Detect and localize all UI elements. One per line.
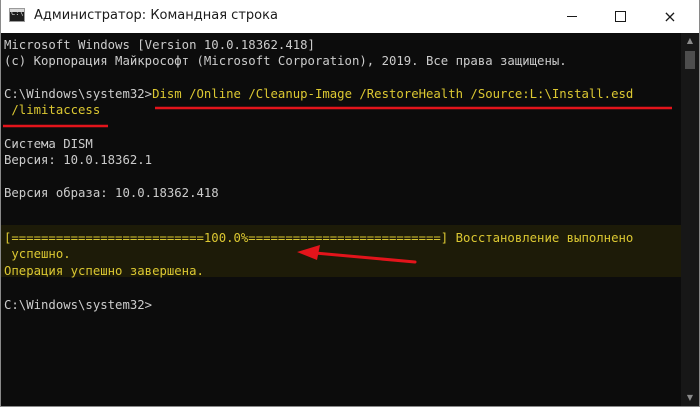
console-line-progress-cont: успешно. bbox=[4, 247, 71, 261]
minimize-button[interactable] bbox=[549, 0, 595, 33]
maximize-icon bbox=[614, 11, 626, 22]
console-line-command: C:\Windows\system32>Dism /Online /Cleanu… bbox=[4, 86, 633, 102]
console-line-copyright: (c) Корпорация Майкрософт (Microsoft Cor… bbox=[4, 54, 567, 68]
scroll-thumb[interactable] bbox=[685, 51, 695, 69]
cmd-window: C:\ Администратор: Командная строка × Mi… bbox=[0, 0, 700, 407]
console-line-image-version: Версия образа: 10.0.18362.418 bbox=[4, 186, 219, 200]
dism-command: Dism /Online /Cleanup-Image /RestoreHeal… bbox=[152, 87, 634, 101]
close-button[interactable]: × bbox=[647, 0, 693, 33]
close-icon: × bbox=[663, 6, 677, 26]
console-line-version: Microsoft Windows [Version 10.0.18362.41… bbox=[4, 38, 315, 52]
console-line-progress: [==========================100.0%=======… bbox=[4, 231, 634, 245]
console-line-prompt: C:\Windows\system32> bbox=[4, 298, 153, 312]
title-bar[interactable]: C:\ Администратор: Командная строка × bbox=[1, 0, 699, 34]
vertical-scrollbar[interactable]: ▲ ▼ bbox=[681, 33, 699, 406]
console-line-success: Операция успешно завершена. bbox=[4, 264, 204, 278]
console-line-dism-version: Версия: 10.0.18362.1 bbox=[4, 153, 153, 167]
prompt: C:\Windows\system32> bbox=[4, 87, 153, 101]
minimize-icon bbox=[567, 16, 577, 17]
console-line-command-cont: /limitaccess bbox=[4, 103, 101, 117]
console-output[interactable]: Microsoft Windows [Version 10.0.18362.41… bbox=[1, 33, 681, 406]
console-line-dism-system: Система DISM bbox=[4, 137, 93, 151]
scroll-up-arrow-icon[interactable]: ▲ bbox=[681, 35, 699, 47]
maximize-button[interactable] bbox=[597, 0, 643, 33]
scroll-down-arrow-icon[interactable]: ▼ bbox=[681, 392, 699, 404]
cmd-app-icon[interactable]: C:\ bbox=[9, 8, 25, 22]
window-title: Администратор: Командная строка bbox=[34, 8, 278, 23]
